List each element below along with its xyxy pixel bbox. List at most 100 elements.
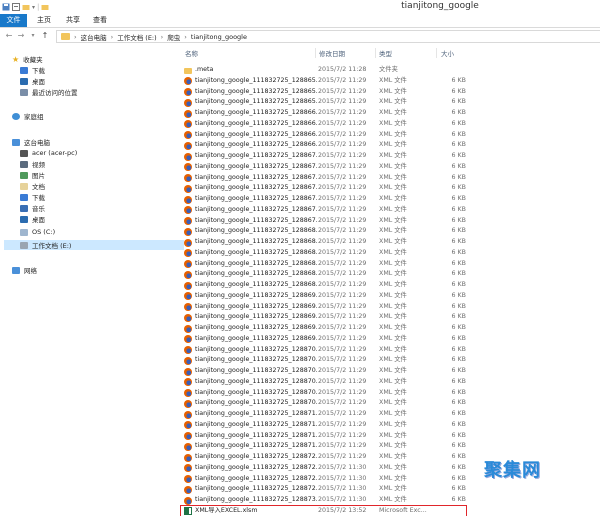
file-row[interactable]: tianjitong_google_111832725_128872... 201… (181, 484, 466, 495)
file-row[interactable]: tianjitong_google_111832725_128871... 201… (181, 441, 466, 452)
file-size: 6 KB (451, 453, 466, 460)
file-row[interactable]: tianjitong_google_111832725_128872... 201… (181, 452, 466, 463)
column-header-name[interactable]: 名称 (185, 48, 198, 58)
nav-homegroup[interactable]: 家庭组 (12, 111, 44, 121)
nav-pc-downloads[interactable]: 下载 (20, 192, 45, 202)
file-name: tianjitong_google_111832725_128866... (195, 109, 317, 116)
file-name: tianjitong_google_111832725_128868... (195, 270, 317, 278)
nav-fav-recent[interactable]: 最近访问的位置 (20, 87, 78, 97)
file-row[interactable]: tianjitong_google_111832725_128868... 201… (181, 248, 466, 259)
file-row[interactable]: tianjitong_google_111832725_128870... 201… (181, 388, 466, 399)
file-row[interactable]: tianjitong_google_111832725_128870... 201… (181, 345, 466, 356)
nav-fav-downloads[interactable]: 下载 (20, 65, 45, 75)
file-row[interactable]: .meta 2015/7/2 11:28 文件夹 (181, 65, 466, 76)
file-row[interactable]: tianjitong_google_111832725_128872... 201… (181, 474, 466, 485)
nav-pc-documents[interactable]: 文档 (20, 181, 45, 191)
file-size: 6 KB (451, 302, 466, 310)
file-row[interactable]: tianjitong_google_111832725_128865... 201… (181, 76, 466, 87)
file-size: 6 KB (451, 130, 466, 138)
file-row[interactable]: tianjitong_google_111832725_128866... 201… (181, 130, 466, 141)
file-row[interactable]: tianjitong_google_111832725_128870... 201… (181, 377, 466, 388)
column-header-type[interactable]: 类型 (379, 48, 392, 58)
column-divider[interactable] (315, 48, 316, 58)
nav-network[interactable]: 网络 (12, 265, 37, 275)
column-header-date[interactable]: 修改日期 (319, 48, 345, 58)
nav-pc-drive-c[interactable]: OS (C:) (20, 227, 55, 237)
file-row[interactable]: tianjitong_google_111832725_128871... 201… (181, 409, 466, 420)
nav-fav-desktop[interactable]: 桌面 (20, 76, 45, 86)
file-row[interactable]: tianjitong_google_111832725_128869... 201… (181, 334, 466, 345)
tab-home[interactable]: 主页 (37, 14, 51, 27)
nav-pc-videos[interactable]: 视频 (20, 159, 45, 169)
file-row[interactable]: tianjitong_google_111832725_128867... 201… (181, 194, 466, 205)
file-row[interactable]: tianjitong_google_111832725_128865... 201… (181, 87, 466, 98)
file-row[interactable]: tianjitong_google_111832725_128868... 201… (181, 226, 466, 237)
file-size: 6 KB (451, 377, 466, 385)
nav-pc-pictures[interactable]: 图片 (20, 170, 45, 180)
file-name: tianjitong_google_111832725_128868... (195, 281, 317, 288)
file-name: tianjitong_google_111832725_128866... (195, 119, 317, 127)
nav-pc-acer[interactable]: acer (acer-pc) (20, 148, 77, 158)
nav-pc-desktop[interactable]: 桌面 (20, 214, 45, 224)
file-row[interactable]: tianjitong_google_111832725_128869... 201… (181, 302, 466, 313)
column-header-size[interactable]: 大小 (441, 48, 454, 58)
file-row[interactable]: tianjitong_google_111832725_128868... 201… (181, 259, 466, 270)
file-row[interactable]: tianjitong_google_111832725_128866... 201… (181, 140, 466, 151)
file-type: XML 文件 (379, 227, 407, 235)
file-type: 文件夹 (379, 66, 398, 73)
file-row[interactable]: tianjitong_google_111832725_128867... 201… (181, 173, 466, 184)
file-row[interactable]: tianjitong_google_111832725_128873... 201… (181, 495, 466, 506)
file-row[interactable]: tianjitong_google_111832725_128869... 201… (181, 291, 466, 302)
file-size: 6 KB (451, 152, 466, 159)
column-divider[interactable] (436, 48, 437, 58)
nav-pc-music[interactable]: 音乐 (20, 203, 45, 213)
file-row[interactable]: tianjitong_google_111832725_128865... 201… (181, 97, 466, 108)
file-name: tianjitong_google_111832725_128867... (195, 205, 317, 213)
forward-arrow-icon[interactable]: → (16, 30, 26, 42)
file-row[interactable]: tianjitong_google_111832725_128868... 201… (181, 269, 466, 280)
file-row[interactable]: tianjitong_google_111832725_128871... 201… (181, 420, 466, 431)
file-date: 2015/7/2 11:29 (318, 291, 367, 299)
file-row[interactable]: tianjitong_google_111832725_128867... 201… (181, 205, 466, 216)
file-row[interactable]: tianjitong_google_111832725_128869... 201… (181, 323, 466, 334)
breadcrumb-crawler[interactable]: 爬虫 (167, 32, 180, 42)
file-row[interactable]: tianjitong_google_111832725_128867... 201… (181, 151, 466, 162)
column-divider[interactable] (375, 48, 376, 58)
up-arrow-icon[interactable]: ↑ (40, 30, 50, 42)
back-arrow-icon[interactable]: ← (4, 30, 14, 42)
file-type: XML 文件 (379, 367, 407, 374)
firefox-icon (184, 227, 192, 236)
file-row[interactable]: tianjitong_google_111832725_128868... 201… (181, 237, 466, 248)
breadcrumb-thispc[interactable]: 这台电脑 (81, 32, 107, 42)
file-row[interactable]: tianjitong_google_111832725_128869... 201… (181, 312, 466, 323)
file-row[interactable]: tianjitong_google_111832725_128872... 201… (181, 463, 466, 474)
file-row[interactable]: XML导入EXCEL.xlsm 2015/7/2 13:52 Microsoft E… (180, 504, 467, 516)
tab-share[interactable]: 共享 (66, 14, 80, 27)
tab-file[interactable]: 文件 (0, 14, 27, 27)
file-row[interactable]: tianjitong_google_111832725_128866... 201… (181, 119, 466, 130)
file-row[interactable]: tianjitong_google_111832725_128870... 201… (181, 366, 466, 377)
file-row[interactable]: tianjitong_google_111832725_128867... 201… (181, 216, 466, 227)
nav-pc-drive-e[interactable]: 工作文档 (E:) (4, 240, 184, 250)
file-row[interactable]: tianjitong_google_111832725_128866... 201… (181, 108, 466, 119)
file-row[interactable]: tianjitong_google_111832725_128871... 201… (181, 431, 466, 442)
nav-thispc[interactable]: 这台电脑 (12, 137, 50, 147)
file-row[interactable]: tianjitong_google_111832725_128867... 201… (181, 162, 466, 173)
nav-thispc-label: 这台电脑 (24, 139, 50, 147)
file-type: XML 文件 (379, 281, 407, 288)
file-name: tianjitong_google_111832725_128866... (195, 130, 317, 138)
recent-locations-icon[interactable]: ▾ (28, 30, 38, 42)
file-row[interactable]: tianjitong_google_111832725_128870... 201… (181, 398, 466, 409)
file-name: tianjitong_google_111832725_128867... (195, 216, 317, 224)
breadcrumb-drive-e[interactable]: 工作文档 (E:) (117, 32, 156, 42)
file-type: XML 文件 (379, 356, 407, 364)
file-type: XML 文件 (379, 205, 407, 213)
address-bar[interactable]: › 这台电脑 › 工作文档 (E:) › 爬虫 › tianjitong_goo… (56, 30, 600, 43)
tab-view[interactable]: 查看 (93, 14, 107, 27)
breadcrumb-current[interactable]: tianjitong_google (191, 33, 247, 41)
file-size: 6 KB (451, 463, 466, 471)
file-row[interactable]: tianjitong_google_111832725_128870... 201… (181, 355, 466, 366)
file-row[interactable]: tianjitong_google_111832725_128867... 201… (181, 183, 466, 194)
file-row[interactable]: tianjitong_google_111832725_128868... 201… (181, 280, 466, 291)
nav-favorites[interactable]: ★ 收藏夹 (12, 54, 43, 65)
